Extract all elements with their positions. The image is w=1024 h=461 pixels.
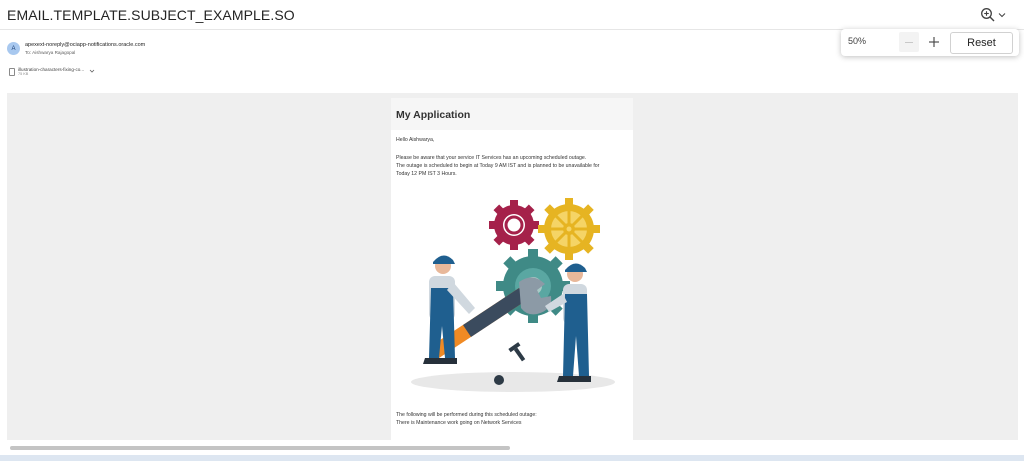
- outage-notice-line3: Today 12 PM IST 3 Hours.: [396, 171, 457, 177]
- minus-icon: [905, 41, 913, 43]
- outage-notice-line2: The outage is scheduled to begin at Toda…: [396, 163, 600, 169]
- screw-icon: [508, 342, 526, 362]
- zoom-in-icon: [981, 8, 995, 22]
- nut-icon: [494, 375, 504, 385]
- email-body-area: My Application Hello Aishwarya, Please b…: [7, 93, 1018, 440]
- horizontal-scrollbar[interactable]: [7, 444, 1018, 451]
- attachment-chip[interactable]: illustration-characters-fixing-co... 75 …: [9, 67, 95, 81]
- outage-tasks-intro: The following will be performed during t…: [396, 412, 537, 418]
- chevron-down-icon: [998, 13, 1006, 18]
- illustration-image: [411, 198, 615, 392]
- sender-address: apexext-noreply@ociapp-notifications.ora…: [25, 42, 146, 48]
- scrollbar-thumb[interactable]: [10, 446, 510, 450]
- chevron-down-icon[interactable]: [89, 68, 95, 74]
- bottom-strip: [0, 455, 1024, 461]
- file-icon: [9, 68, 15, 76]
- zoom-out-button[interactable]: [899, 32, 919, 52]
- plus-icon: [929, 37, 939, 47]
- yellow-gear-icon: [538, 198, 600, 260]
- app-title: My Application: [396, 109, 471, 121]
- attachment-size: 75 KB: [18, 72, 29, 76]
- email-subject: EMAIL.TEMPLATE.SUBJECT_EXAMPLE.SO: [7, 7, 295, 23]
- greeting-text: Hello Aishwarya,: [396, 137, 435, 143]
- avatar: A: [7, 42, 20, 55]
- outage-tasks-detail: There is Maintenance work going on Netwo…: [396, 420, 522, 426]
- email-card: My Application Hello Aishwarya, Please b…: [391, 98, 633, 440]
- zoom-level: 50%: [848, 36, 867, 46]
- top-bar: EMAIL.TEMPLATE.SUBJECT_EXAMPLE.SO: [0, 0, 1024, 30]
- outage-notice-line1: Please be aware that your service IT Ser…: [396, 155, 587, 161]
- reset-zoom-button[interactable]: Reset: [950, 32, 1013, 54]
- zoom-in-button[interactable]: [924, 32, 944, 52]
- recipient-line: To: Aishwarya Rajagopal: [25, 50, 76, 55]
- worker-left-figure: [423, 255, 475, 364]
- red-gear-icon: [489, 200, 539, 250]
- zoom-popup: 50% Reset: [841, 29, 1019, 56]
- zoom-button[interactable]: [980, 5, 1010, 25]
